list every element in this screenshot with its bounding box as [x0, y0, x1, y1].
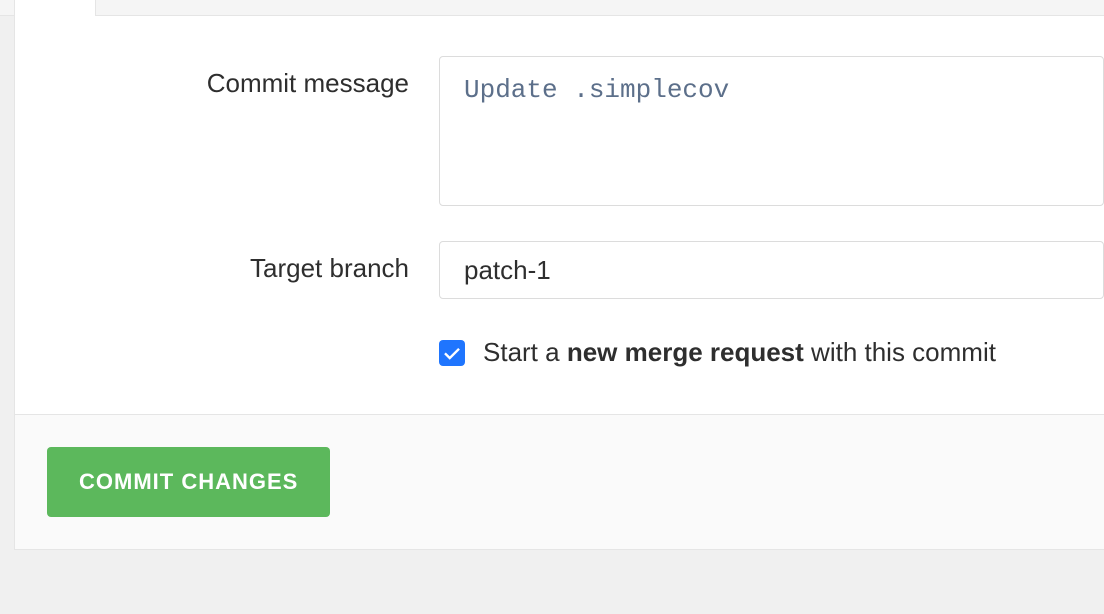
merge-request-checkbox[interactable] [439, 340, 465, 366]
active-tab-indicator [14, 0, 96, 16]
commit-form-panel: Commit message Target branch Start a new… [14, 16, 1104, 415]
merge-request-prefix: Start a [483, 337, 567, 367]
merge-request-label[interactable]: Start a new merge request with this comm… [483, 337, 996, 368]
check-icon [443, 344, 461, 362]
merge-request-row: Start a new merge request with this comm… [439, 337, 1104, 368]
merge-request-bold: new merge request [567, 337, 804, 367]
commit-changes-button[interactable]: Commit Changes [47, 447, 330, 517]
target-branch-wrap [439, 241, 1104, 299]
tab-bar [0, 0, 1104, 16]
target-branch-label: Target branch [15, 241, 439, 284]
form-footer: Commit Changes [14, 415, 1104, 550]
commit-message-input[interactable] [439, 56, 1104, 206]
commit-message-wrap [439, 56, 1104, 211]
merge-request-suffix: with this commit [804, 337, 996, 367]
commit-message-label: Commit message [15, 56, 439, 99]
commit-message-row: Commit message [15, 56, 1104, 211]
target-branch-input[interactable] [439, 241, 1104, 299]
target-branch-row: Target branch [15, 241, 1104, 299]
